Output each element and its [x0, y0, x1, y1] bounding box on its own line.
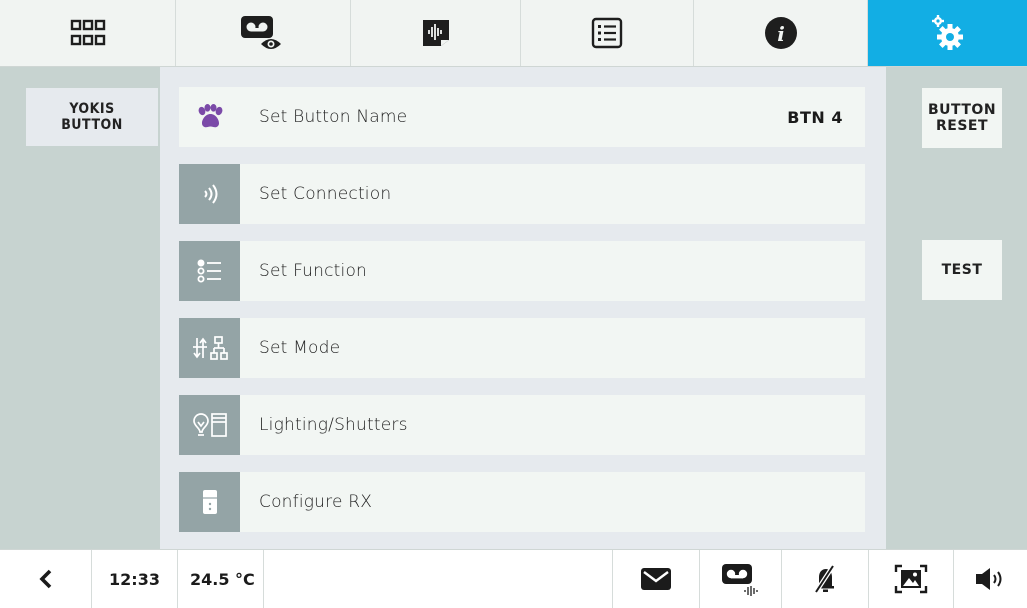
left-sidebar: YOKIS BUTTON — [0, 67, 160, 549]
paw-icon — [179, 87, 240, 147]
menu-item-set-function[interactable]: Set Function — [179, 241, 865, 301]
settings-gear-icon — [931, 15, 963, 50]
lighting-shutters-icon — [179, 395, 240, 455]
ringer-mute-button[interactable] — [782, 550, 869, 608]
menu-item-set-mode[interactable]: Set Mode — [179, 318, 865, 378]
volume-button[interactable] — [954, 550, 1027, 608]
sidebar-item-yokis-button[interactable]: YOKIS BUTTON — [26, 88, 158, 146]
top-navigation-bar: i — [0, 0, 1027, 67]
video-memory-status-button[interactable] — [700, 550, 782, 608]
menu-item-label: Set Button Name — [259, 107, 408, 127]
menu-item-lighting-shutters[interactable]: Lighting/Shutters — [179, 395, 865, 455]
button-reset-button[interactable]: BUTTON RESET — [922, 88, 1002, 148]
tab-settings[interactable] — [868, 0, 1027, 66]
video-memory-view-icon — [241, 16, 281, 49]
status-spacer — [264, 550, 613, 608]
menu-item-label: Lighting/Shutters — [259, 415, 408, 435]
envelope-icon — [641, 568, 671, 590]
main-area: YOKIS BUTTON Set Button Name BTN 4 Set C… — [0, 67, 1027, 549]
tab-list[interactable] — [521, 0, 694, 66]
button-name-value: BTN 4 — [787, 107, 843, 127]
tab-video-memory[interactable] — [176, 0, 351, 66]
test-button[interactable]: TEST — [922, 240, 1002, 300]
menu-item-set-button-name[interactable]: Set Button Name BTN 4 — [179, 87, 865, 147]
list-icon — [591, 17, 623, 49]
function-list-icon — [179, 241, 240, 301]
menu-item-configure-rx[interactable]: Configure RX — [179, 472, 865, 532]
bottom-status-bar: 12:33 24.5 °C — [0, 549, 1027, 608]
clock-time: 12:33 — [92, 550, 178, 608]
temperature-reading: 24.5 °C — [178, 550, 264, 608]
menu-item-label: Configure RX — [259, 492, 373, 512]
menu-item-label: Set Mode — [259, 338, 341, 358]
menu-item-label: Set Function — [259, 261, 368, 281]
svg-text:i: i — [777, 22, 785, 46]
tab-home[interactable] — [0, 0, 176, 66]
tab-info[interactable]: i — [694, 0, 868, 66]
picture-frame-icon — [894, 564, 928, 594]
app-window: i YOKIS BUTTON Set Button Name BTN 4 Set… — [0, 0, 1027, 608]
receiver-icon — [179, 472, 240, 532]
apps-grid-icon — [70, 19, 105, 46]
messages-button[interactable] — [613, 550, 700, 608]
video-memory-sound-icon — [721, 564, 758, 596]
back-button[interactable] — [0, 550, 92, 608]
info-icon: i — [764, 17, 797, 49]
settings-menu: Set Button Name BTN 4 Set Connection Set… — [160, 67, 886, 549]
right-sidebar: BUTTON RESET TEST — [886, 67, 1027, 549]
wireless-connection-icon — [179, 164, 240, 224]
voice-memo-icon — [422, 20, 449, 46]
chevron-left-icon — [38, 569, 51, 589]
bell-off-icon — [814, 564, 835, 594]
menu-item-label: Set Connection — [259, 184, 392, 204]
speaker-volume-icon — [975, 568, 1001, 590]
gallery-button[interactable] — [869, 550, 954, 608]
menu-item-set-connection[interactable]: Set Connection — [179, 164, 865, 224]
mode-icon — [179, 318, 240, 378]
tab-voice-memo[interactable] — [351, 0, 521, 66]
